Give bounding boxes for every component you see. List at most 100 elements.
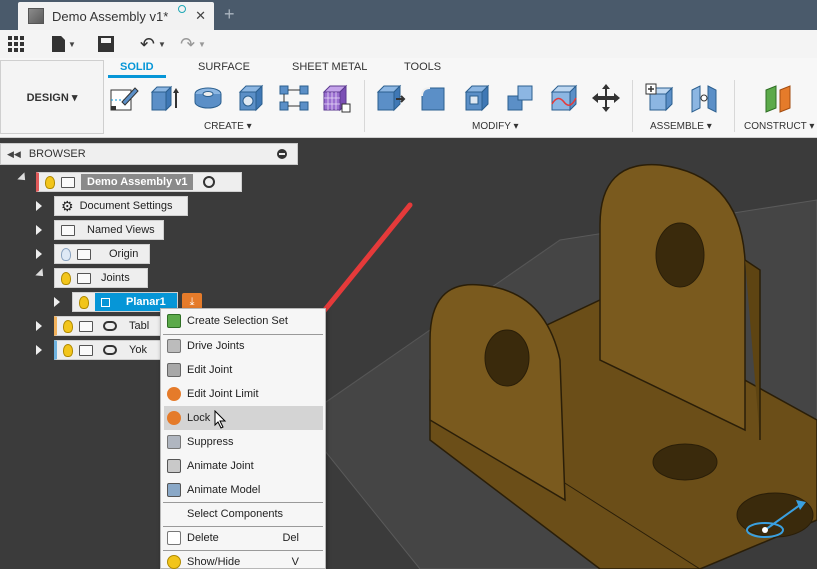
replace-face-icon[interactable] <box>548 82 580 114</box>
visibility-bulb-icon[interactable] <box>79 295 89 309</box>
menu-item-animate-model[interactable]: Animate Model <box>161 478 327 502</box>
minimize-browser-icon[interactable] <box>277 149 287 159</box>
pattern-icon[interactable] <box>278 82 310 114</box>
workspace-switcher-button[interactable]: DESIGN ▾ <box>0 60 104 134</box>
file-menu-caret-icon[interactable]: ▼ <box>68 40 76 49</box>
data-panel-grid-icon[interactable] <box>8 36 24 52</box>
modify-group-menu[interactable]: MODIFY ▾ <box>472 121 519 132</box>
save-icon[interactable] <box>97 36 114 52</box>
activate-radio-icon[interactable] <box>203 176 216 188</box>
menu-item-label: Edit Joint Limit <box>187 388 259 400</box>
visibility-bulb-icon[interactable] <box>45 175 55 189</box>
expand-yoke-icon[interactable] <box>36 345 42 355</box>
expand-named-views-icon[interactable] <box>36 225 42 235</box>
undo-caret-icon[interactable]: ▼ <box>158 40 166 49</box>
menu-item-drive-joints[interactable]: Drive Joints <box>161 334 327 358</box>
menu-item-animate-joint[interactable]: Animate Joint <box>161 454 327 478</box>
menu-item-edit-joint[interactable]: Edit Joint <box>161 358 327 382</box>
folder-icon <box>77 248 91 260</box>
menu-item-edit-joint-limits[interactable]: Edit Joint Limit <box>161 382 327 406</box>
hole-icon[interactable] <box>236 82 268 114</box>
visibility-bulb-icon[interactable] <box>63 319 73 333</box>
assembly-icon <box>61 176 75 188</box>
tab-solid[interactable]: SOLID <box>108 61 166 78</box>
menu-item-label: Animate Joint <box>187 460 254 472</box>
visibility-bulb-icon[interactable] <box>61 271 71 285</box>
edit-joint-icon <box>167 363 181 377</box>
combine-icon[interactable] <box>506 82 538 114</box>
title-tab-bar: Demo Assembly v1* ✕ + <box>0 0 817 30</box>
browser-panel-header: ◀◀ BROWSER <box>0 143 298 165</box>
document-tab[interactable]: Demo Assembly v1* ✕ <box>18 2 214 30</box>
light-bulb-icon <box>167 555 181 569</box>
status-circle-icon <box>178 5 186 13</box>
construct-group-menu[interactable]: CONSTRUCT ▾ <box>744 121 814 132</box>
redo-icon[interactable]: ↷ <box>180 34 195 55</box>
offset-plane-icon[interactable] <box>762 82 794 114</box>
press-pull-icon[interactable] <box>374 82 406 114</box>
new-tab-button[interactable]: + <box>224 4 235 25</box>
menu-item-label: Select Components <box>187 508 283 520</box>
expand-planar1-icon[interactable] <box>54 297 60 307</box>
folder-icon <box>61 224 75 236</box>
menu-item-show-hide[interactable]: Show/Hide V <box>161 550 327 569</box>
fillet-icon[interactable] <box>418 82 450 114</box>
tree-item-named-views[interactable]: Named Views <box>54 220 164 240</box>
tab-tools[interactable]: TOOLS <box>404 61 441 73</box>
menu-item-label: Animate Model <box>187 484 261 496</box>
tree-root-assembly[interactable]: Demo Assembly v1 <box>36 172 242 192</box>
new-component-icon[interactable] <box>644 82 676 114</box>
tree-item-yoke[interactable]: Yok <box>54 340 164 360</box>
base-hole-2 <box>736 492 814 538</box>
show-hide-shortcut: V <box>291 556 299 568</box>
menu-item-create-selection-set[interactable]: Create Selection Set <box>161 309 327 333</box>
left-lug-hole <box>484 329 530 387</box>
move-copy-icon[interactable] <box>590 82 622 114</box>
visibility-bulb-icon[interactable] <box>63 343 73 357</box>
revolve-icon[interactable] <box>192 82 224 114</box>
menu-item-lock[interactable]: Lock <box>164 406 323 430</box>
delete-shortcut: Del <box>282 532 299 544</box>
base-hole-1 <box>652 443 718 481</box>
undo-icon[interactable]: ↶ <box>140 34 155 55</box>
joint-limits-icon <box>167 387 181 401</box>
link-icon <box>103 345 117 355</box>
menu-item-suppress[interactable]: Suppress <box>161 430 327 454</box>
tree-item-origin[interactable]: Origin <box>54 244 150 264</box>
tree-item-document-settings[interactable]: ⚙ Document Settings <box>54 196 188 216</box>
create-sketch-icon[interactable] <box>108 82 140 114</box>
file-menu-icon[interactable] <box>52 36 65 52</box>
expand-document-settings-icon[interactable] <box>36 201 42 211</box>
ribbon-divider <box>734 80 735 132</box>
delete-icon <box>167 531 181 545</box>
joint-icon[interactable] <box>688 82 720 114</box>
menu-item-delete[interactable]: Delete Del <box>161 526 327 550</box>
expand-table-icon[interactable] <box>36 321 42 331</box>
close-tab-button[interactable]: ✕ <box>195 8 206 24</box>
planar-joint-icon <box>101 297 110 307</box>
tree-item-label: Origin <box>109 248 139 260</box>
create-group-menu[interactable]: CREATE ▾ <box>204 121 252 132</box>
right-lug-hole <box>655 222 705 288</box>
assemble-group-menu[interactable]: ASSEMBLE ▾ <box>650 121 712 132</box>
tab-surface[interactable]: SURFACE <box>198 61 250 73</box>
form-icon[interactable] <box>320 82 352 114</box>
tab-sheet-metal[interactable]: SHEET METAL <box>292 61 367 73</box>
visibility-bulb-icon[interactable] <box>61 247 71 261</box>
menu-item-label: Delete <box>187 532 219 544</box>
expand-origin-icon[interactable] <box>36 249 42 259</box>
menu-item-select-components[interactable]: Select Components <box>161 502 327 526</box>
tree-item-joints[interactable]: Joints <box>54 268 148 288</box>
redo-caret-icon[interactable]: ▼ <box>198 40 206 49</box>
menu-item-label: Suppress <box>187 436 234 448</box>
shell-icon[interactable] <box>462 82 494 114</box>
ribbon-divider <box>632 80 633 132</box>
tree-item-table[interactable]: Tabl <box>54 316 164 336</box>
tree-item-label: Yok <box>129 344 147 356</box>
menu-item-label: Create Selection Set <box>187 315 288 327</box>
collapse-panel-icon[interactable]: ◀◀ <box>7 149 21 160</box>
tree-item-label: Named Views <box>87 224 155 236</box>
folder-icon <box>77 272 91 284</box>
menu-item-label: Drive Joints <box>187 340 245 352</box>
extrude-icon[interactable] <box>148 82 180 114</box>
